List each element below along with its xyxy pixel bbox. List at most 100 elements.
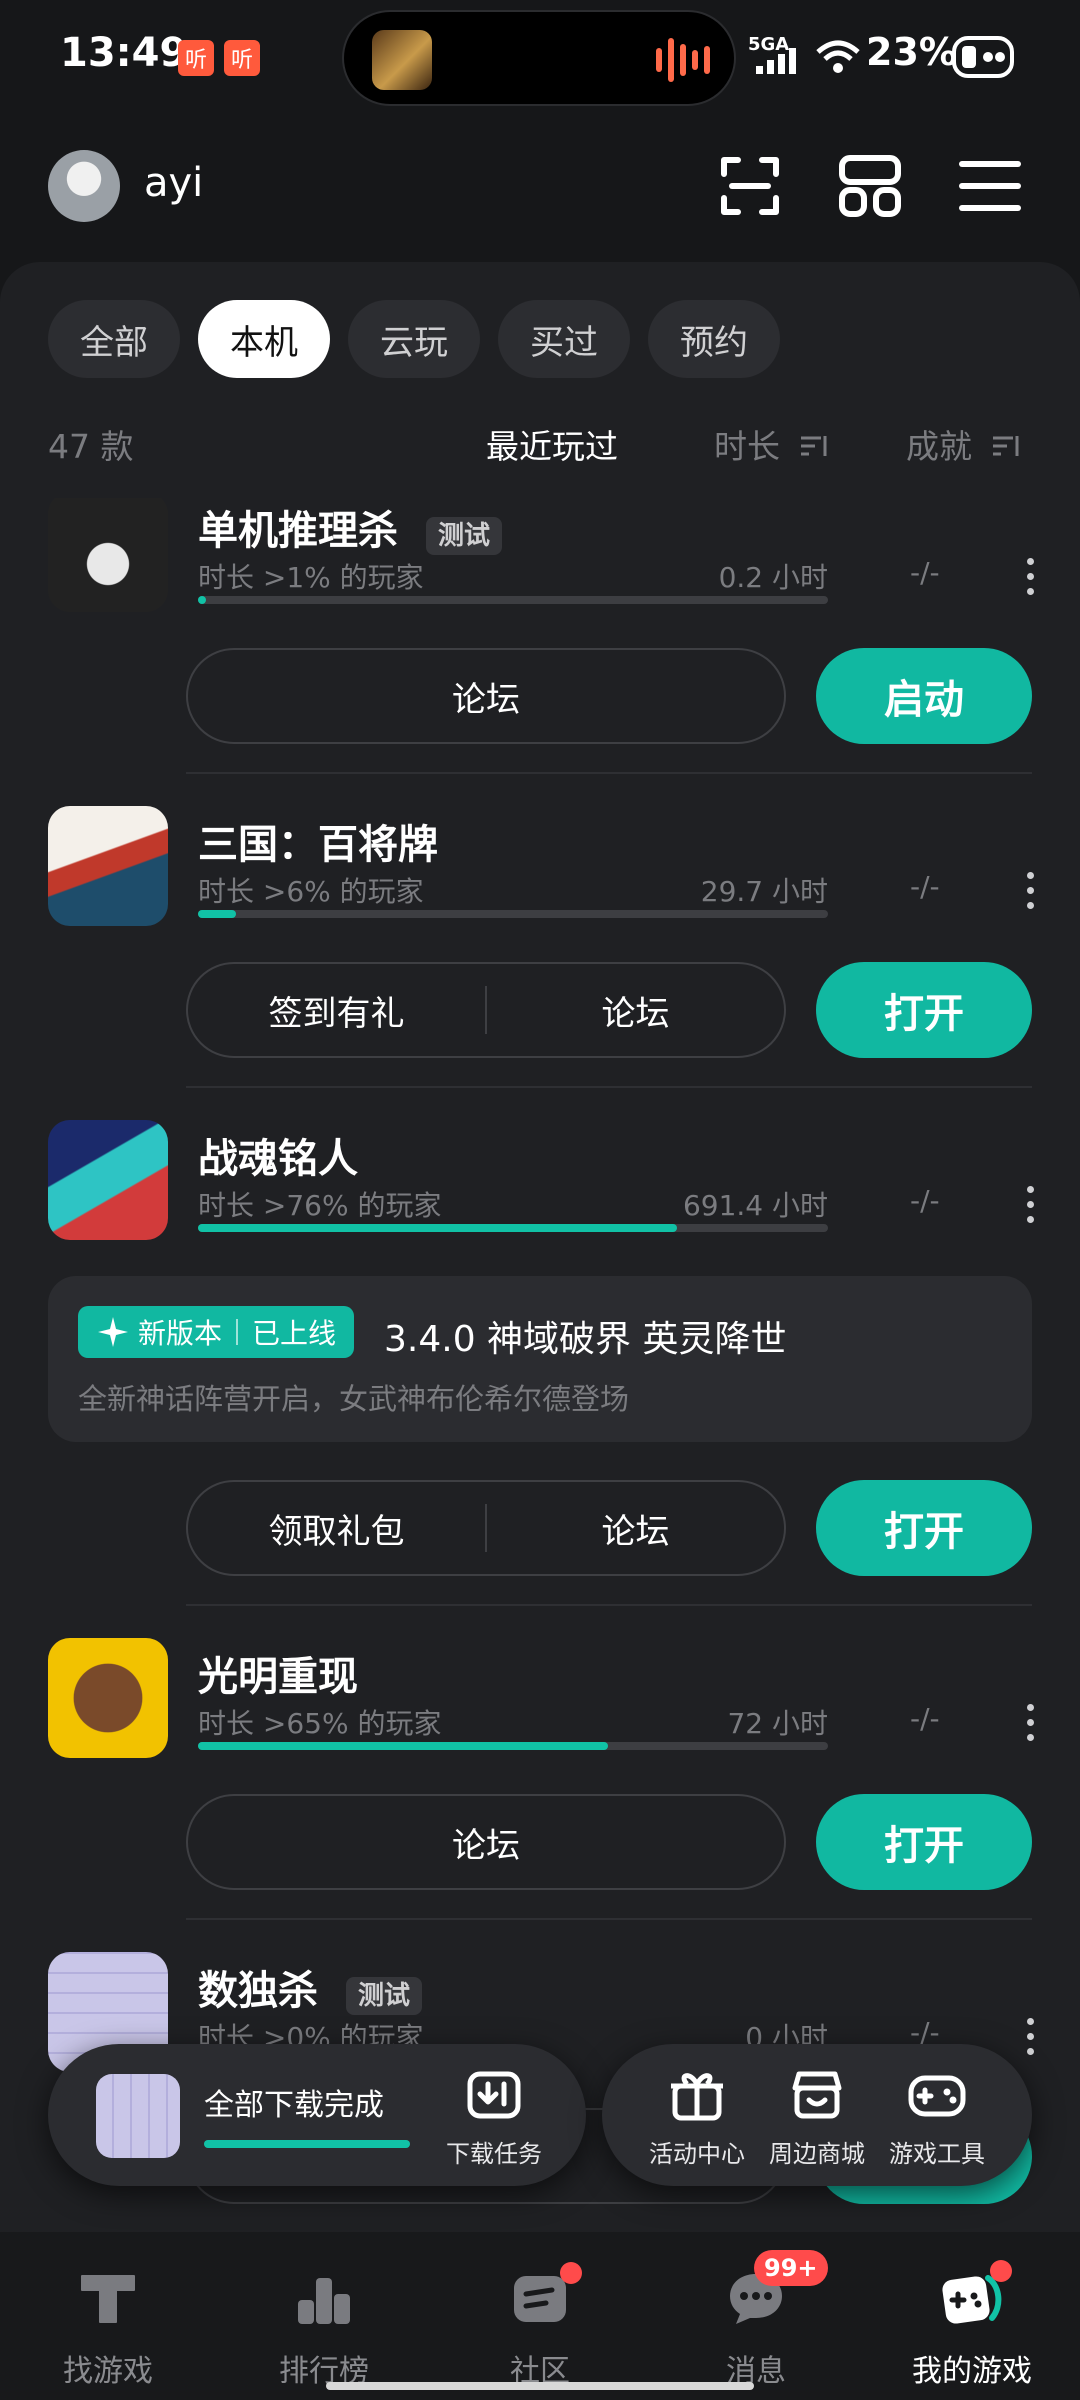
tab-purchased[interactable]: 买过 (498, 300, 630, 378)
activity-center-label: 活动中心 (649, 2140, 745, 2168)
game-title[interactable]: 光明重现 (198, 1644, 358, 1702)
merch-shop-button[interactable]: 周边商城 (758, 2062, 876, 2172)
divider (186, 1086, 1032, 1088)
game-title[interactable]: 三国：百将牌 (198, 812, 438, 870)
audio-wave-icon (656, 48, 662, 72)
forum-button[interactable]: 论坛 (188, 672, 784, 721)
download-tasks-button[interactable]: 下载任务 (434, 2062, 554, 2172)
game-icon[interactable] (48, 1638, 168, 1758)
achievement-count: -/- (910, 1702, 940, 1735)
download-status-bar[interactable]: 全部下载完成 下载任务 (48, 2044, 586, 2186)
notification-badge: 听 (224, 40, 260, 76)
dynamic-island[interactable] (342, 10, 736, 106)
play-hours: 72 小时 (727, 1707, 828, 1740)
gamepad-icon (908, 2075, 966, 2117)
checkin-gift-button[interactable]: 签到有礼 (188, 986, 485, 1035)
more-options-icon[interactable] (1022, 1704, 1038, 1749)
playtime-bar (198, 1742, 828, 1750)
playtime-fill (198, 910, 236, 918)
nav-messages[interactable]: 99+ 消息 (648, 2232, 864, 2400)
more-options-icon[interactable] (1022, 872, 1038, 917)
achievement-count: -/- (910, 870, 940, 903)
game-icon[interactable] (48, 806, 168, 926)
game-thumbnail-icon (372, 30, 432, 90)
download-status-label: 全部下载完成 (204, 2088, 384, 2123)
forum-button[interactable]: 论坛 (188, 1818, 784, 1867)
play-hours: 691.4 小时 (682, 1189, 828, 1222)
game-action-group: 签到有礼 论坛 (186, 962, 786, 1058)
find-game-icon (81, 2275, 135, 2323)
nav-label: 找游戏 (63, 2354, 153, 2389)
game-action-group: 领取礼包 论坛 (186, 1480, 786, 1576)
game-icon[interactable] (48, 498, 168, 612)
scan-icon[interactable] (714, 150, 786, 222)
nav-community[interactable]: 社区 (432, 2232, 648, 2400)
playtime-bar (198, 596, 828, 604)
status-time: 13:49 (60, 30, 188, 76)
more-options-icon[interactable] (1022, 558, 1038, 603)
nav-ranking[interactable]: 排行榜 (216, 2232, 432, 2400)
game-title[interactable]: 数独杀 测试 (198, 1958, 422, 2016)
game-tools-button[interactable]: 游戏工具 (878, 2062, 996, 2172)
game-title[interactable]: 战魂铭人 (198, 1126, 358, 1184)
layout-grid-icon[interactable] (834, 150, 906, 222)
tab-all[interactable]: 全部 (48, 300, 180, 378)
game-icon[interactable] (48, 1120, 168, 1240)
tab-cloud[interactable]: 云玩 (348, 300, 480, 378)
open-button[interactable]: 打开 (816, 1480, 1032, 1576)
more-options-icon[interactable] (1022, 1186, 1038, 1231)
update-title: 3.4.0 神域破界 英灵降世 (384, 1319, 787, 1360)
notification-dot (560, 2262, 582, 2284)
test-tag: 测试 (425, 517, 502, 555)
bottom-navigation: 找游戏 排行榜 社区 99+ 消息 我的游戏 (0, 2232, 1080, 2400)
shop-icon (792, 2071, 842, 2119)
playtime-fill (198, 1224, 677, 1232)
update-card[interactable]: 新版本 已上线 3.4.0 神域破界 英灵降世 全新神话阵营开启，女武神布伦希尔… (48, 1276, 1032, 1442)
open-button[interactable]: 打开 (816, 962, 1032, 1058)
playtime-fill (198, 1742, 608, 1750)
avatar[interactable] (48, 150, 120, 222)
merch-shop-label: 周边商城 (769, 2140, 865, 2168)
player-rank-text: 时长 >65% 的玩家 (198, 1707, 442, 1740)
downloaded-game-icon (96, 2074, 180, 2158)
sort-achievements-label: 成就 (906, 427, 972, 466)
menu-icon[interactable] (954, 150, 1026, 222)
player-rank-text: 时长 >76% 的玩家 (198, 1189, 442, 1222)
tab-reserved[interactable]: 预约 (648, 300, 780, 378)
tab-local[interactable]: 本机 (198, 300, 330, 378)
ranking-icon (298, 2278, 350, 2324)
play-hours: 0.2 小时 (718, 561, 828, 594)
sort-order-icon (992, 436, 1018, 456)
wifi-icon (816, 40, 860, 73)
test-tag: 测试 (345, 1977, 422, 2015)
nav-my-games[interactable]: 我的游戏 (864, 2232, 1080, 2400)
sort-achievements[interactable]: 成就 (906, 420, 1021, 468)
divider (186, 1604, 1032, 1606)
notification-dot (990, 2260, 1012, 2282)
sort-recent[interactable]: 最近玩过 (486, 420, 618, 468)
message-count-badge: 99+ (754, 2250, 828, 2286)
sort-duration[interactable]: 时长 (714, 420, 829, 468)
more-options-icon[interactable] (1022, 2018, 1038, 2063)
game-action-group: 论坛 (186, 648, 786, 744)
open-button[interactable]: 打开 (816, 1794, 1032, 1890)
home-indicator[interactable] (326, 2382, 754, 2390)
claim-gift-button[interactable]: 领取礼包 (188, 1504, 485, 1553)
username[interactable]: ayi (144, 160, 203, 206)
player-rank-text: 时长 >1% 的玩家 (198, 561, 424, 594)
forum-button[interactable]: 论坛 (487, 986, 784, 1035)
game-list: 单机推理杀 测试 时长 >1% 的玩家 0.2 小时 -/- 论坛 启动 三国：… (0, 498, 1080, 2232)
divider (186, 772, 1032, 774)
launch-button[interactable]: 启动 (816, 648, 1032, 744)
quick-tools-bar: 活动中心 周边商城 游戏工具 (602, 2044, 1032, 2186)
achievement-count: -/- (910, 1184, 940, 1217)
update-description: 全新神话阵营开启，女武神布伦希尔德登场 (78, 1382, 630, 1416)
nav-find-game[interactable]: 找游戏 (0, 2232, 216, 2400)
activity-center-button[interactable]: 活动中心 (638, 2062, 756, 2172)
forum-button[interactable]: 论坛 (487, 1504, 784, 1553)
game-action-group: 论坛 (186, 1794, 786, 1890)
download-progress-bar (204, 2140, 410, 2148)
game-title[interactable]: 单机推理杀 测试 (198, 498, 502, 556)
new-version-label: 新版本 (138, 1317, 223, 1350)
battery-icon (952, 36, 1014, 78)
